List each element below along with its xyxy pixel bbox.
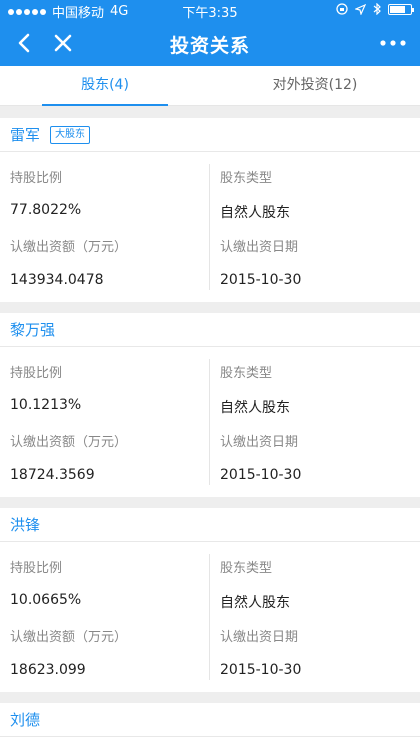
shareholder-header: 刘德 xyxy=(0,703,420,737)
subscribed-capital-label: 认缴出资额（万元） xyxy=(10,435,128,450)
subscribed-capital-value: 18724.3569 xyxy=(10,467,95,483)
subscription-date-label: 认缴出资日期 xyxy=(220,630,299,645)
shareholder-card[interactable]: 雷军 大股东 持股比例 77.8022% 认缴出资额（万元） 143934.04… xyxy=(0,118,420,302)
battery-icon xyxy=(388,3,414,15)
shareholder-card[interactable]: 黎万强 持股比例 10.1213% 认缴出资额（万元） 18724.3569 股… xyxy=(0,313,420,497)
nav-bar: 投资关系 xyxy=(0,20,420,66)
subscribed-capital-label: 认缴出资额（万元） xyxy=(10,630,128,645)
holder-type-value: 自然人股东 xyxy=(220,595,290,611)
holder-type-label: 股东类型 xyxy=(220,561,273,576)
shareholder-details: 持股比例 10.1213% 认缴出资额（万元） 18724.3569 股东类型 … xyxy=(0,347,420,497)
subscription-date-value: 2015-10-30 xyxy=(220,662,302,678)
subscribed-capital-value: 143934.0478 xyxy=(10,272,104,288)
share-ratio-value: 10.0665% xyxy=(10,592,82,608)
holder-type-value: 自然人股东 xyxy=(220,400,290,416)
status-bar: 中国移动 4G 下午3:35 xyxy=(0,0,420,21)
column-divider xyxy=(209,554,210,680)
share-ratio-value: 10.1213% xyxy=(10,397,82,413)
column-divider xyxy=(209,359,210,485)
shareholder-name[interactable]: 雷军 xyxy=(10,124,40,145)
more-icon[interactable] xyxy=(378,30,408,56)
share-ratio-value: 77.8022% xyxy=(10,202,82,218)
share-ratio-label: 持股比例 xyxy=(10,561,63,576)
shareholder-header: 雷军 大股东 xyxy=(0,118,420,152)
subscription-date-value: 2015-10-30 xyxy=(220,272,302,288)
location-icon xyxy=(355,3,366,15)
holder-type-label: 股东类型 xyxy=(220,366,273,381)
subscription-date-value: 2015-10-30 xyxy=(220,467,302,483)
holder-type-label: 股东类型 xyxy=(220,171,273,186)
subscribed-capital-value: 18623.099 xyxy=(10,662,86,678)
tab-shareholders[interactable]: 股东(4) xyxy=(42,66,168,106)
holder-type-value: 自然人股东 xyxy=(220,205,290,221)
page-title: 投资关系 xyxy=(169,35,250,57)
lock-rotation-icon xyxy=(336,3,348,15)
tab-outbound-investments[interactable]: 对外投资(12) xyxy=(252,66,378,106)
column-divider xyxy=(209,164,210,290)
shareholder-name[interactable]: 洪锋 xyxy=(10,514,40,535)
shareholder-name[interactable]: 刘德 xyxy=(10,709,40,730)
share-ratio-label: 持股比例 xyxy=(10,366,63,381)
shareholder-card[interactable]: 刘德 xyxy=(0,703,420,747)
shareholder-details: 持股比例 10.0665% 认缴出资额（万元） 18623.099 股东类型 自… xyxy=(0,542,420,692)
tab-bar: 股东(4) 对外投资(12) xyxy=(0,66,420,106)
subscription-date-label: 认缴出资日期 xyxy=(220,240,299,255)
share-ratio-label: 持股比例 xyxy=(10,171,63,186)
bluetooth-icon xyxy=(373,3,381,15)
shareholder-header: 黎万强 xyxy=(0,313,420,347)
shareholder-header: 洪锋 xyxy=(0,508,420,542)
subscribed-capital-label: 认缴出资额（万元） xyxy=(10,240,128,255)
shareholder-list: 雷军 大股东 持股比例 77.8022% 认缴出资额（万元） 143934.04… xyxy=(0,118,420,747)
subscription-date-label: 认缴出资日期 xyxy=(220,435,299,450)
shareholder-name[interactable]: 黎万强 xyxy=(10,319,55,340)
shareholder-card[interactable]: 洪锋 持股比例 10.0665% 认缴出资额（万元） 18623.099 股东类… xyxy=(0,508,420,692)
major-shareholder-badge: 大股东 xyxy=(50,125,91,144)
status-icons xyxy=(336,3,414,15)
shareholder-details: 持股比例 77.8022% 认缴出资额（万元） 143934.0478 股东类型… xyxy=(0,152,420,302)
